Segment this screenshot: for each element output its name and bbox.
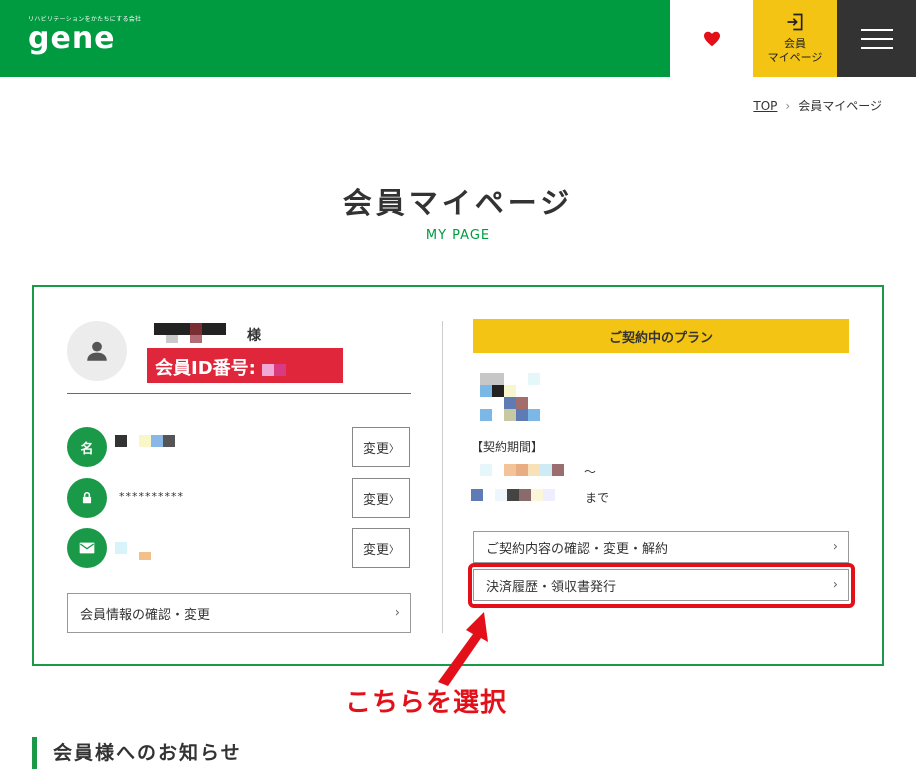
hamburger-line [860,46,893,49]
member-name-masked-2 [166,335,202,343]
login-icon [787,13,803,31]
name-badge-icon: 名 [67,427,107,467]
hamburger-line [860,28,893,31]
favorite-button[interactable] [670,0,753,77]
plan-name-masked-1 [480,373,540,385]
member-button-label-2: マイページ [767,51,823,64]
callout-text: こちらを選択 [345,688,508,718]
highlight-frame [468,563,855,608]
heart-icon [703,31,720,46]
password-row: ********** 変更〉 [67,478,411,518]
plan-name-masked-3 [480,397,528,409]
header-green-bar: リハビリテーションをかたちにする会社 gene [0,0,670,77]
page-title: 会員マイページ [342,186,574,220]
email-row: 変更〉 [67,528,411,568]
page-subtitle: MY PAGE [425,228,491,243]
profile-underline [67,393,411,394]
password-value: ********** [119,490,184,503]
breadcrumb: TOP › 会員マイページ [753,97,882,114]
contract-details-button[interactable]: ご契約内容の確認・変更・解約 › [473,531,849,563]
callout-arrow-icon [438,612,488,686]
member-mypage-button[interactable]: 会員 マイページ [753,0,837,77]
contract-details-label: ご契約内容の確認・変更・解約 [486,541,669,557]
avatar [67,321,127,381]
member-button-label-1: 会員 [784,37,806,50]
honorific-text: 様 [247,328,261,344]
chevron-right-icon: 〉 [389,494,399,506]
name-row: 名 変更〉 [67,427,411,467]
period-from-suffix: ～ [584,465,597,479]
breadcrumb-current: 会員マイページ [798,99,882,113]
contract-period-label: 【契約期間】 [471,440,544,454]
period-until-suffix: まで [585,491,610,505]
breadcrumb-separator: › [785,98,791,113]
card-divider [442,321,443,633]
chevron-right-icon: › [832,539,838,555]
mail-icon [67,528,107,568]
change-email-button[interactable]: 変更〉 [352,528,410,568]
current-plan-header: ご契約中のプラン [473,319,849,353]
period-end-masked [471,489,555,501]
edit-member-info-button[interactable]: 会員情報の確認・変更 › [67,593,411,633]
chevron-right-icon: 〉 [389,544,399,556]
member-id-label: 会員ID番号: [155,358,256,379]
notice-section-title: 会員様へのお知らせ [32,737,632,769]
member-name-masked [154,323,226,335]
site-header: リハビリテーションをかたちにする会社 gene 会員 マイページ [0,0,916,77]
lock-icon [67,478,107,518]
plan-name-masked-4 [480,409,540,421]
period-start-masked [480,464,564,476]
member-id-badge: 会員ID番号: [147,348,343,383]
chevron-right-icon: 〉 [389,443,399,455]
user-icon [87,341,107,361]
hamburger-line [860,37,893,40]
name-value-masked [115,435,175,447]
site-logo[interactable]: リハビリテーションをかたちにする会社 gene [28,14,141,54]
hamburger-menu-button[interactable] [837,0,916,77]
change-password-button[interactable]: 変更〉 [352,478,410,518]
edit-member-info-label: 会員情報の確認・変更 [80,607,211,623]
breadcrumb-top-link[interactable]: TOP [753,99,777,113]
change-name-button[interactable]: 変更〉 [352,427,410,467]
logo-wordmark: gene [28,21,116,56]
plan-name-masked-2 [480,385,516,397]
email-value-masked [115,542,151,560]
chevron-right-icon: › [394,605,400,621]
